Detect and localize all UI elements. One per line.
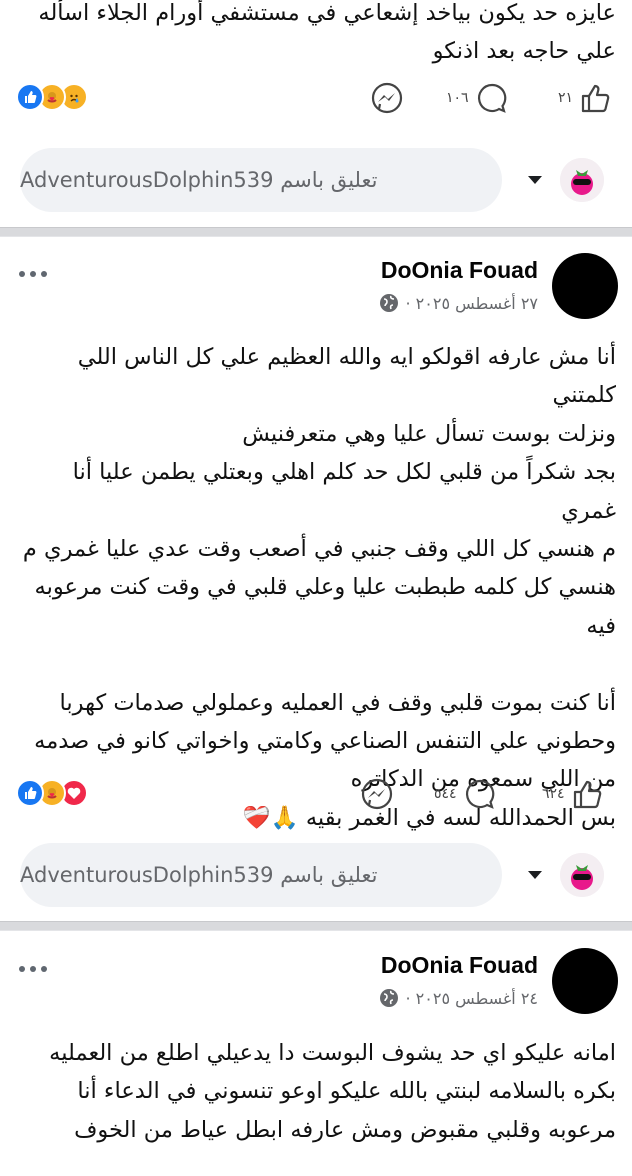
comment-placeholder: تعليق باسم AdventurousDolphin539: [20, 863, 378, 887]
more-icon: [19, 271, 47, 277]
reaction-summary[interactable]: [16, 80, 106, 116]
more-options-button[interactable]: [18, 263, 48, 278]
comment-input[interactable]: تعليق باسم AdventurousDolphin539: [20, 148, 502, 212]
like-icon: [581, 84, 610, 113]
post-separator: [0, 921, 632, 931]
messenger-icon: [371, 82, 403, 114]
comment-icon: [465, 779, 494, 809]
post-3-header: DoOnia Fouad ٢٤ أغسطس ٢٠٢٥ ·: [0, 940, 632, 1030]
like-button[interactable]: ٦٢٤: [542, 774, 605, 814]
caret-down-icon: [528, 176, 542, 184]
messenger-button[interactable]: [360, 774, 394, 814]
identity-switcher-button[interactable]: [514, 161, 556, 199]
post-1-actions: ١٠٦ ٢١: [0, 70, 632, 126]
profile-avatar[interactable]: [560, 158, 604, 202]
like-count: ٦٢٤: [542, 786, 565, 802]
comment-placeholder: تعليق باسم AdventurousDolphin539: [20, 168, 378, 192]
comment-composer-2: تعليق باسم AdventurousDolphin539: [0, 840, 632, 910]
comment-count: ٥٤٤: [434, 786, 457, 802]
comment-button[interactable]: ٥٤٤: [434, 774, 497, 814]
caret-down-icon: [528, 871, 542, 879]
messenger-button[interactable]: [370, 78, 404, 118]
post-1-text: عايزه حد يكون بياخد إشعاعي في مستشفي أور…: [38, 0, 616, 65]
like-count: ٢١: [558, 90, 574, 106]
reaction-summary[interactable]: [16, 776, 106, 812]
like-reaction-icon: [16, 779, 44, 807]
globe-icon: [380, 989, 399, 1007]
like-reaction-icon: [16, 83, 44, 111]
author-avatar[interactable]: [552, 253, 618, 319]
post-2-actions: ٥٤٤ ٦٢٤: [0, 766, 632, 822]
author-name[interactable]: DoOnia Fouad: [381, 257, 538, 284]
post-separator: [0, 227, 632, 237]
like-icon: [573, 780, 601, 809]
author-name[interactable]: DoOnia Fouad: [381, 952, 538, 979]
post-2-text: أنا مش عارفه اقولكو ايه والله العظيم علي…: [22, 344, 616, 831]
globe-icon: [380, 294, 399, 312]
comment-composer-1: تعليق باسم AdventurousDolphin539: [0, 145, 632, 215]
comment-count: ١٠٦: [446, 90, 469, 106]
post-3-text: امانه عليكو اي حد يشوف البوست دا يدعيلي …: [49, 1040, 616, 1143]
comment-button[interactable]: ١٠٦: [446, 78, 509, 118]
comment-input[interactable]: تعليق باسم AdventurousDolphin539: [20, 843, 502, 907]
post-date-text: ٢٧ أغسطس ٢٠٢٥ ·: [405, 293, 538, 313]
messenger-icon: [361, 778, 393, 810]
profile-avatar[interactable]: [560, 853, 604, 897]
post-date: ٢٤ أغسطس ٢٠٢٥ ·: [379, 988, 538, 1008]
comment-icon: [477, 83, 506, 113]
post-date: ٢٧ أغسطس ٢٠٢٥ ·: [379, 293, 538, 313]
more-options-button[interactable]: [18, 958, 48, 973]
like-button[interactable]: ٢١: [558, 78, 613, 118]
more-icon: [19, 966, 47, 972]
author-avatar[interactable]: [552, 948, 618, 1014]
post-date-text: ٢٤ أغسطس ٢٠٢٥ ·: [405, 988, 538, 1008]
identity-switcher-button[interactable]: [514, 856, 556, 894]
post-2-header: DoOnia Fouad ٢٧ أغسطس ٢٠٢٥ ·: [0, 245, 632, 335]
